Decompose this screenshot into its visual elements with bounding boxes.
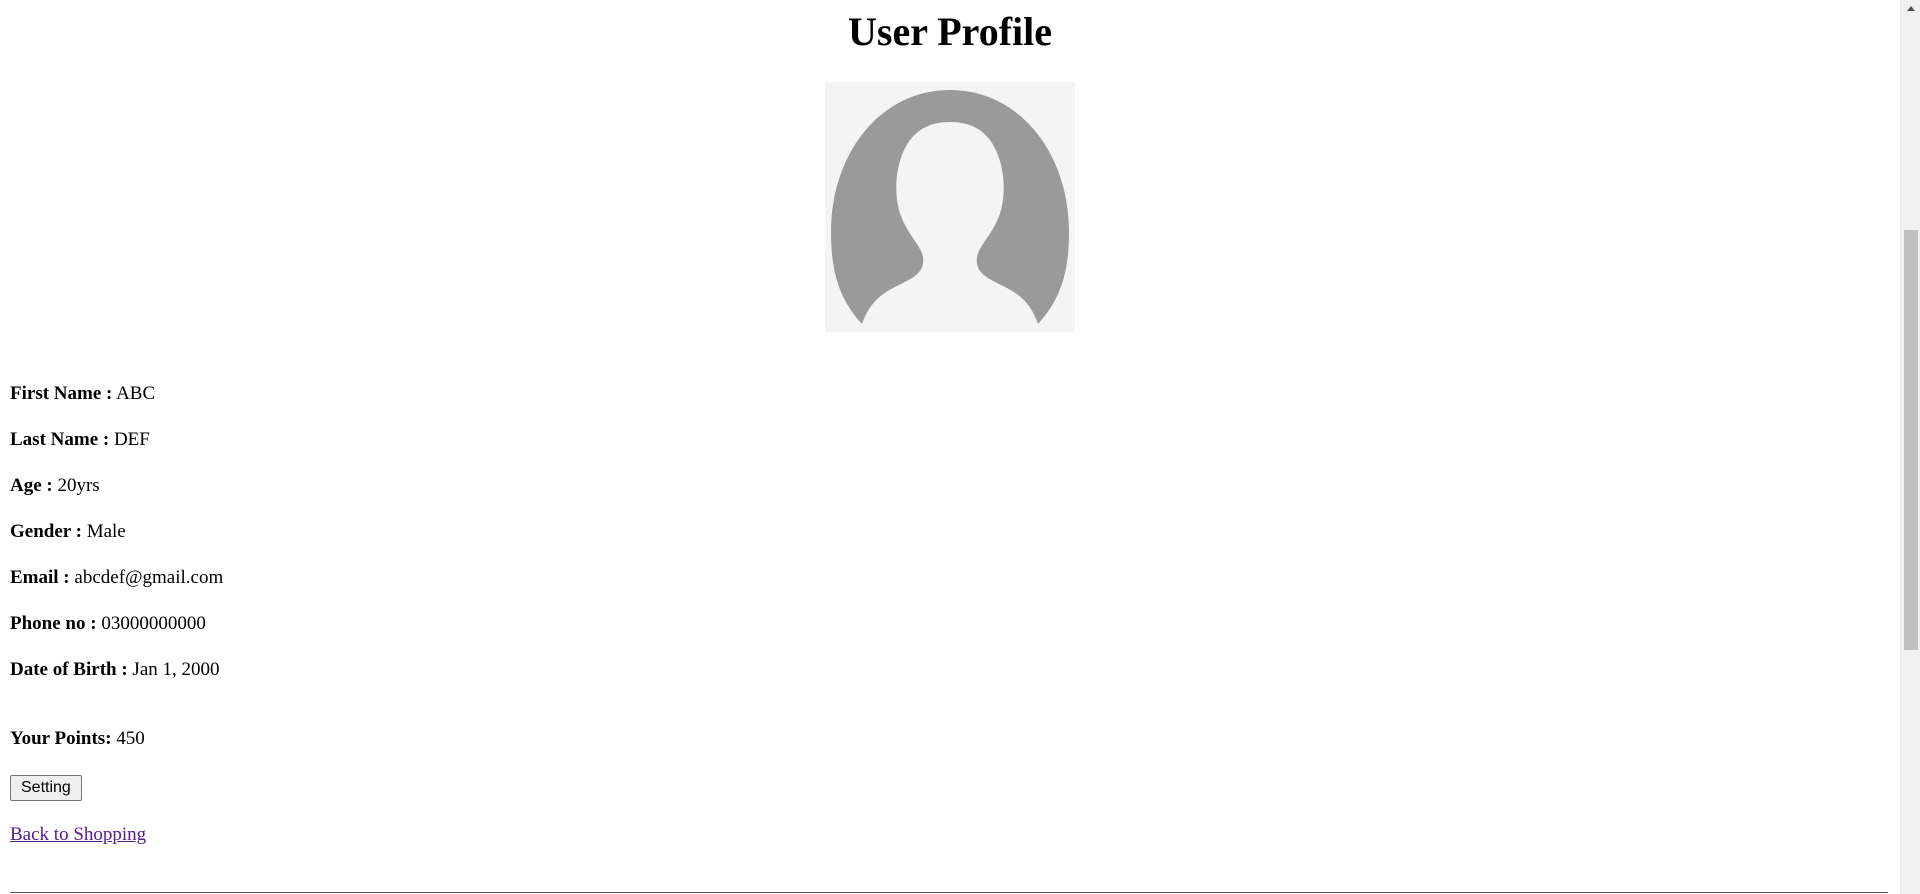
age-value: 20yrs: [57, 475, 100, 496]
first-name-field: First Name : ABC: [10, 382, 155, 406]
date-of-birth-field: Date of Birth : Jan 1, 2000: [10, 658, 220, 682]
scroll-up-arrow-icon[interactable]: [1901, 0, 1920, 17]
field-label: Last Name :: [10, 429, 110, 450]
user-silhouette-icon: [831, 90, 1069, 324]
email-field: Email : abcdef@gmail.com: [10, 566, 223, 590]
main-content: User Profile First Name : ABC Last Name …: [0, 0, 1900, 894]
gender-value: Male: [86, 521, 126, 542]
scrollbar-thumb[interactable]: [1904, 230, 1918, 650]
field-label: Phone no :: [10, 613, 97, 634]
phone-field: Phone no : 03000000000: [10, 612, 206, 636]
points-value: 450: [116, 728, 145, 749]
field-label: First Name :: [10, 383, 113, 404]
avatar: [825, 82, 1075, 332]
age-field: Age : 20yrs: [10, 474, 100, 498]
points-field: Your Points: 450: [10, 727, 145, 751]
back-to-shopping-link[interactable]: Back to Shopping: [10, 823, 146, 847]
gender-field: Gender : Male: [10, 520, 126, 544]
email-value: abcdef@gmail.com: [74, 567, 224, 588]
phone-value: 03000000000: [101, 613, 206, 634]
field-label: Gender :: [10, 521, 82, 542]
field-label: Email :: [10, 567, 70, 588]
field-label: Date of Birth :: [10, 659, 128, 680]
last-name-value: DEF: [113, 429, 150, 450]
last-name-field: Last Name : DEF: [10, 428, 150, 452]
divider: [10, 892, 1888, 893]
date-of-birth-value: Jan 1, 2000: [132, 659, 220, 680]
points-label: Your Points:: [10, 728, 112, 749]
setting-button[interactable]: Setting: [10, 775, 82, 801]
field-label: Age :: [10, 475, 53, 496]
vertical-scrollbar[interactable]: [1900, 0, 1920, 894]
page-title: User Profile: [847, 9, 1052, 54]
first-name-value: ABC: [116, 383, 156, 404]
page: User Profile First Name : ABC Last Name …: [0, 0, 1920, 894]
